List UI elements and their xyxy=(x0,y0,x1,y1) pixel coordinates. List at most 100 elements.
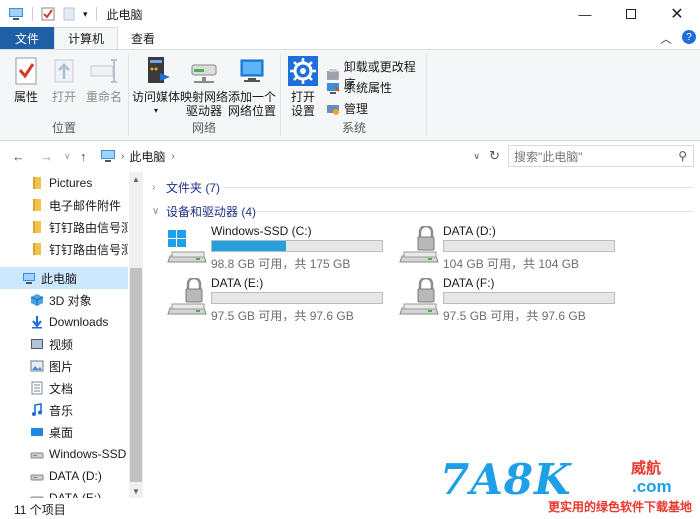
windows-drive-icon xyxy=(166,226,210,266)
drive-tile[interactable]: DATA (D:) 104 GB 可用，共 104 GB xyxy=(398,224,623,271)
ribbon-separator xyxy=(128,54,129,136)
forward-arrow-icon[interactable]: → xyxy=(40,149,53,164)
sidebar-item[interactable]: 此电脑 xyxy=(0,267,128,289)
collapse-ribbon-icon[interactable]: ︿ xyxy=(660,30,672,47)
properties-icon xyxy=(15,57,37,85)
refresh-icon[interactable]: ↻ xyxy=(489,148,500,164)
computer-icon xyxy=(101,150,115,162)
sidebar-item[interactable]: Pictures xyxy=(0,172,128,194)
minimize-button[interactable]: — xyxy=(562,0,608,28)
sidebar-item[interactable]: DATA (D:) xyxy=(0,465,128,487)
access-media-label: 访问媒体 xyxy=(132,90,181,104)
media-server-icon xyxy=(148,57,170,83)
sidebar-item[interactable]: 3D 对象 xyxy=(0,289,128,311)
rename-button[interactable]: 重命名 xyxy=(84,55,124,104)
sidebar-item[interactable]: 钉钉路由信号测试 xyxy=(0,216,128,238)
settings-gear-icon xyxy=(288,56,318,86)
ribbon-separator xyxy=(426,54,427,136)
drive-usage-bar xyxy=(443,292,615,304)
ribbon-group-system: 打开 设置 卸载或更改程序 系统属性 管理 系统 xyxy=(282,50,426,140)
drives-header-label: 设备和驱动器 (4) xyxy=(166,204,257,219)
manage-button[interactable]: 管理 xyxy=(326,100,368,117)
open-icon xyxy=(54,59,74,83)
sidebar-item[interactable]: 音乐 xyxy=(0,399,128,421)
drive-usage-bar xyxy=(211,240,383,252)
drive-tile[interactable]: DATA (E:) 97.5 GB 可用，共 97.6 GB xyxy=(166,276,391,323)
folder-icon xyxy=(30,220,44,234)
add-network-location-button[interactable]: 添加一个 网络位置 xyxy=(228,55,276,118)
properties-button[interactable]: 属性 xyxy=(8,55,44,104)
watermark-domain: .com xyxy=(632,477,672,496)
content-area: › 文件夹 (7) ∨ 设备和驱动器 (4) Windows-SSD (C:) 9… xyxy=(146,172,700,498)
drive-tile[interactable]: Windows-SSD (C:) 98.8 GB 可用，共 175 GB xyxy=(166,224,391,271)
search-input[interactable]: 搜索"此电脑" ⚲ xyxy=(508,145,694,167)
sidebar-item[interactable]: DATA (E:) xyxy=(0,487,128,498)
tab-view[interactable]: 查看 xyxy=(118,27,168,49)
open-settings-button[interactable]: 打开 设置 xyxy=(284,55,322,118)
folder-icon xyxy=(30,198,44,212)
properties-check-icon[interactable] xyxy=(41,7,55,21)
maximize-button[interactable] xyxy=(608,0,654,28)
sidebar-item-label: 文档 xyxy=(49,381,74,396)
breadcrumb-chevron-icon[interactable]: › xyxy=(171,151,174,162)
recent-locations-icon[interactable]: ∨ xyxy=(64,151,71,162)
sidebar-item[interactable]: 钉钉路由信号测试 xyxy=(0,238,128,260)
help-icon[interactable]: ? xyxy=(682,30,696,44)
sidebar-item[interactable]: 视频 xyxy=(0,333,128,355)
watermark-logo: 7A8K 威航 .com 更实用的绿色软件下载基地 xyxy=(436,455,700,519)
dropdown-arrow-icon: ▾ xyxy=(153,106,158,115)
scroll-down-arrow-icon[interactable]: ▼ xyxy=(129,484,143,498)
sidebar-item-label: 此电脑 xyxy=(41,271,78,286)
tab-computer[interactable]: 计算机 xyxy=(54,27,119,49)
network-drive-icon xyxy=(191,64,217,83)
manage-label: 管理 xyxy=(344,102,369,116)
drive-icon xyxy=(30,491,44,498)
new-folder-icon[interactable] xyxy=(63,7,75,21)
folder-icon xyxy=(30,176,44,190)
drive-tile[interactable]: DATA (F:) 97.5 GB 可用，共 97.6 GB xyxy=(398,276,623,323)
map-network-drive-button[interactable]: 映射网络 驱动器 xyxy=(180,55,228,118)
sidebar-item-label: 音乐 xyxy=(49,403,74,418)
system-properties-button[interactable]: 系统属性 xyxy=(326,79,392,96)
chevron-right-icon: › xyxy=(152,181,156,193)
close-button[interactable]: ✕ xyxy=(654,0,700,28)
search-icon[interactable]: ⚲ xyxy=(678,149,687,163)
scroll-up-arrow-icon[interactable]: ▲ xyxy=(129,172,143,186)
up-arrow-icon[interactable]: ↑ xyxy=(80,149,87,164)
sidebar-item[interactable]: 文档 xyxy=(0,377,128,399)
open-button[interactable]: 打开 xyxy=(46,55,82,104)
folders-header-line xyxy=(222,187,694,188)
address-bar[interactable]: › 此电脑 › ∨ ↻ xyxy=(98,145,504,167)
computer-icon xyxy=(22,271,36,285)
sidebar-item[interactable]: 图片 xyxy=(0,355,128,377)
sidebar-item-label: Windows-SSD ( xyxy=(49,447,128,461)
breadcrumb[interactable]: 此电脑 xyxy=(129,148,165,165)
drive-name: Windows-SSD (C:) xyxy=(211,224,312,238)
drives-group-header[interactable]: ∨ 设备和驱动器 (4) xyxy=(152,202,256,220)
location-group-label: 位置 xyxy=(51,121,76,135)
sidebar-item-label: DATA (E:) xyxy=(49,491,102,498)
picture-icon xyxy=(30,359,44,373)
sidebar-item[interactable]: 桌面 xyxy=(0,421,128,443)
sidebar-item[interactable]: Downloads xyxy=(0,311,128,333)
sidebar-scroll-thumb[interactable] xyxy=(130,268,142,482)
tab-file[interactable]: 文件 xyxy=(0,27,54,49)
access-media-button[interactable]: 访问媒体 ▾ xyxy=(132,55,180,118)
watermark-slogan: 更实用的绿色软件下载基地 xyxy=(548,500,693,514)
customize-dropdown-icon[interactable]: ▾ xyxy=(83,9,88,20)
breadcrumb-chevron-icon[interactable]: › xyxy=(121,151,124,162)
back-arrow-icon[interactable]: ← xyxy=(12,149,25,164)
sidebar-item-label: 桌面 xyxy=(49,425,74,440)
item-count: 11 个项目 xyxy=(14,502,66,517)
drive-usage-fill xyxy=(212,241,286,251)
sidebar-item-label: 钉钉路由信号测试 xyxy=(49,220,128,235)
folders-group-header[interactable]: › 文件夹 (7) xyxy=(152,178,220,196)
drive-usage-bar xyxy=(211,292,383,304)
system-properties-icon xyxy=(327,82,340,94)
network-location-icon xyxy=(240,59,264,82)
properties-label: 属性 xyxy=(13,90,38,104)
close-icon: ✕ xyxy=(670,6,684,23)
sidebar-item[interactable]: 电子邮件附件 xyxy=(0,194,128,216)
address-dropdown-icon[interactable]: ∨ xyxy=(473,151,480,162)
sidebar-item[interactable]: Windows-SSD ( xyxy=(0,443,128,465)
